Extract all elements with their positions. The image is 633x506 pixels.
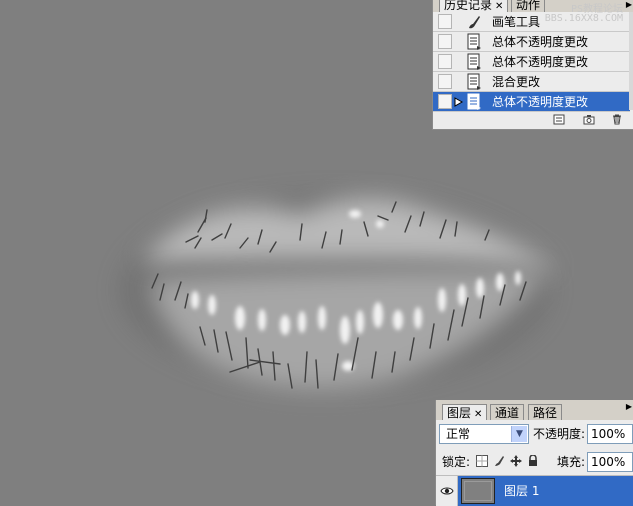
new-snapshot-icon[interactable]	[583, 114, 595, 125]
history-item[interactable]: 混合更改	[433, 72, 630, 92]
layer-visibility-toggle[interactable]	[436, 476, 458, 506]
lock-image-icon[interactable]	[493, 455, 505, 467]
close-icon[interactable]: ✕	[495, 1, 503, 12]
close-icon[interactable]: ✕	[474, 409, 482, 420]
fill-label: 填充:	[557, 455, 586, 469]
tab-channels-label: 通道	[495, 406, 520, 420]
blend-row: 正常 ▼ 不透明度: 100%	[436, 422, 633, 448]
tab-layers-label: 图层	[447, 406, 472, 420]
tab-history-label: 历史记录	[444, 0, 493, 12]
history-panel: 历史记录 ✕ 动作 ▶ PS教程论坛 BBS.16XX8.COM 画笔工具 总体不…	[432, 0, 633, 130]
lock-all-icon[interactable]	[527, 455, 539, 467]
eye-icon[interactable]	[440, 486, 454, 496]
lock-position-icon[interactable]	[510, 455, 522, 467]
history-item[interactable]: 总体不透明度更改	[433, 52, 630, 72]
history-list: 画笔工具 总体不透明度更改 总体不透明度更改 混合更改 总体不透明度更改	[433, 12, 630, 112]
history-source-checkbox[interactable]	[438, 34, 452, 49]
blend-mode-select[interactable]: 正常 ▼	[439, 424, 529, 444]
layer-thumbnail[interactable]	[461, 478, 495, 504]
history-state-icon	[467, 73, 481, 90]
history-item[interactable]: 总体不透明度更改	[433, 32, 630, 52]
tab-paths-label: 路径	[533, 406, 558, 420]
lock-label: 锁定:	[442, 455, 471, 469]
history-item-selected[interactable]: 总体不透明度更改	[433, 92, 630, 112]
history-source-checkbox[interactable]	[438, 14, 452, 29]
history-item-label: 总体不透明度更改	[492, 35, 589, 49]
layer-row[interactable]: 图层 1	[436, 475, 633, 506]
trash-icon[interactable]	[611, 114, 623, 125]
new-document-from-state-icon[interactable]	[553, 114, 565, 125]
tab-actions[interactable]: 动作	[511, 0, 546, 12]
chevron-down-icon[interactable]: ▼	[511, 426, 527, 442]
history-state-slider-icon[interactable]	[454, 97, 464, 107]
brush-icon	[469, 16, 480, 29]
layers-tabbar: 图层 ✕ 通道 路径 ▶	[436, 400, 633, 420]
panel-menu-icon[interactable]: ▶	[626, 402, 632, 411]
history-state-icon	[467, 33, 481, 50]
layer-name[interactable]: 图层 1	[504, 483, 539, 499]
tab-history[interactable]: 历史记录 ✕	[439, 0, 509, 12]
history-footer	[433, 112, 633, 128]
tab-layers[interactable]: 图层 ✕	[442, 404, 488, 420]
panel-menu-icon[interactable]: ▶	[626, 0, 632, 9]
history-state-icon	[467, 53, 481, 70]
lock-transparent-icon[interactable]	[476, 455, 488, 467]
opacity-field[interactable]: 100%	[587, 424, 633, 444]
layer-thumbnail-inner	[464, 481, 492, 501]
history-source-checkbox[interactable]	[438, 94, 452, 109]
history-source-checkbox[interactable]	[438, 54, 452, 69]
history-item-label: 画笔工具	[492, 15, 541, 29]
history-item-label: 混合更改	[492, 75, 541, 89]
blend-mode-value: 正常	[446, 427, 471, 441]
history-item-label: 总体不透明度更改	[492, 95, 589, 109]
layers-panel: 图层 ✕ 通道 路径 ▶ 正常 ▼ 不透明度: 100% 锁定: 填充: 100…	[435, 400, 633, 506]
tab-actions-label: 动作	[516, 0, 541, 12]
lock-row: 锁定: 填充: 100%	[436, 450, 633, 474]
opacity-label: 不透明度:	[533, 427, 586, 441]
history-scrollbar[interactable]	[629, 12, 633, 110]
fill-field[interactable]: 100%	[587, 452, 633, 472]
history-state-icon	[466, 93, 482, 111]
tab-paths[interactable]: 路径	[528, 404, 563, 420]
history-source-checkbox[interactable]	[438, 74, 452, 89]
history-item-label: 总体不透明度更改	[492, 55, 589, 69]
tab-channels[interactable]: 通道	[490, 404, 525, 420]
upper-lip	[140, 197, 555, 270]
history-item[interactable]: 画笔工具	[433, 12, 630, 32]
